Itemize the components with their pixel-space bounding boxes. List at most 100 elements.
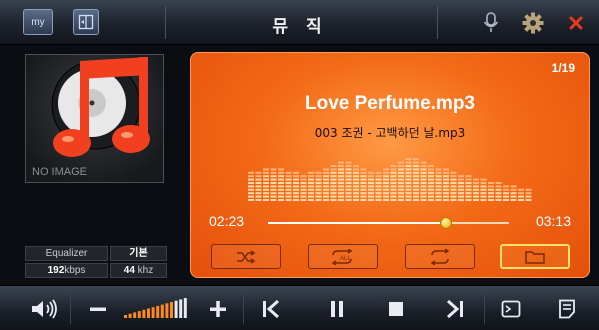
volume-bar (128, 313, 132, 318)
spectrum-segment (443, 199, 449, 201)
spectrum-segment (503, 199, 509, 201)
seek-handle[interactable] (440, 217, 453, 229)
total-time: 03:13 (535, 213, 571, 229)
seek-fill (268, 222, 447, 224)
next-button[interactable] (440, 292, 470, 325)
spectrum-segment (330, 168, 337, 171)
spectrum-segment (353, 182, 359, 184)
spectrum-segment (270, 178, 277, 181)
spectrum-segment (345, 175, 352, 178)
spectrum-segment (330, 165, 337, 167)
volume-bar (133, 312, 137, 318)
repeat-one-icon (430, 248, 450, 265)
stop-button[interactable] (382, 292, 410, 325)
spectrum-segment (248, 178, 254, 181)
spectrum-segment (278, 171, 284, 174)
volume-bar (183, 298, 187, 318)
spectrum-segment (450, 175, 457, 178)
spectrum-segment (360, 178, 367, 181)
spectrum-segment (270, 192, 277, 195)
spectrum-segment (375, 182, 382, 184)
spectrum-segment (443, 168, 449, 171)
speaker-icon (32, 299, 57, 318)
spectrum-segment (383, 192, 389, 195)
spectrum-segment (488, 195, 494, 198)
spectrum-segment (360, 195, 367, 198)
spectrum-segment (285, 175, 292, 178)
spectrum-segment (300, 192, 307, 195)
spectrum-segment (315, 192, 322, 195)
spectrum-segment (428, 171, 434, 174)
exit-button[interactable] (73, 9, 99, 35)
microphone-button[interactable] (478, 10, 504, 36)
spectrum-segment (413, 188, 419, 191)
spectrum-segment (315, 178, 322, 181)
previous-button[interactable] (256, 292, 286, 325)
spectrum-segment (428, 185, 434, 188)
spectrum-segment (428, 178, 434, 181)
spectrum-segment (308, 185, 314, 188)
spectrum-segment (473, 195, 479, 198)
volume-bar (165, 303, 169, 318)
my-label: my (31, 16, 45, 28)
spectrum-segment (315, 195, 322, 198)
spectrum-segment (368, 188, 374, 191)
list-button[interactable] (552, 292, 582, 325)
equalizer-value[interactable]: 기본 (110, 246, 167, 261)
spectrum-segment (255, 178, 262, 181)
speaker-button[interactable] (28, 292, 62, 325)
spectrum-segment (420, 188, 427, 191)
spectrum-segment (263, 182, 269, 184)
spectrum-segment (510, 192, 517, 195)
volume-down-button[interactable] (84, 292, 112, 325)
spectrum-segment (398, 188, 404, 191)
spectrum-segment (413, 195, 419, 198)
spectrum-segment (368, 185, 374, 188)
spectrum-segment (450, 188, 457, 191)
spectrum-segment (428, 195, 434, 198)
spectrum-segment (510, 195, 517, 198)
spectrum-segment (270, 171, 277, 174)
spectrum-segment (345, 188, 352, 191)
spectrum-segment (488, 185, 494, 188)
spectrum-segment (405, 178, 412, 181)
spectrum-segment (405, 192, 412, 195)
spectrum-segment (398, 185, 404, 188)
volume-bar (147, 308, 150, 318)
spectrum-segment (293, 195, 299, 198)
my-button[interactable]: my (23, 9, 53, 35)
spectrum-segment (420, 168, 427, 171)
close-icon (569, 16, 583, 30)
volume-level-bar[interactable] (124, 297, 190, 319)
spectrum-segment (293, 199, 299, 201)
spectrum-segment (330, 199, 337, 201)
spectrum-segment (330, 175, 337, 178)
spectrum-segment (458, 182, 464, 184)
spectrum-segment (263, 188, 269, 191)
repeat-all-button[interactable]: ALL (308, 244, 378, 269)
spectrum-segment (428, 175, 434, 178)
spectrum-segment (390, 175, 397, 178)
spectrum-segment (428, 192, 434, 195)
spectrum-segment (270, 185, 277, 188)
close-button[interactable] (563, 10, 589, 36)
volume-up-button[interactable] (204, 292, 232, 325)
screen-button[interactable] (496, 292, 526, 325)
player-panel: 1/19 Love Perfume.mp3 003 조권 - 고백하던 날.mp… (190, 52, 590, 278)
equalizer-label: Equalizer (25, 246, 108, 261)
spectrum-segment (338, 182, 344, 184)
spectrum-segment (488, 199, 494, 201)
song-title: Love Perfume.mp3 (305, 93, 475, 114)
folder-button[interactable] (500, 244, 570, 269)
seek-bar[interactable] (268, 217, 509, 229)
spectrum-segment (473, 178, 479, 181)
spectrum-segment (405, 171, 412, 174)
shuffle-button[interactable] (211, 244, 281, 269)
audio-info-panel: Equalizer 기본 192kbps 44 khz (25, 246, 167, 278)
pause-button[interactable] (322, 292, 352, 325)
settings-button[interactable] (520, 10, 546, 36)
spectrum-segment (353, 171, 359, 174)
spectrum-segment (255, 185, 262, 188)
spectrum-segment (420, 165, 427, 167)
repeat-one-button[interactable] (405, 244, 475, 269)
